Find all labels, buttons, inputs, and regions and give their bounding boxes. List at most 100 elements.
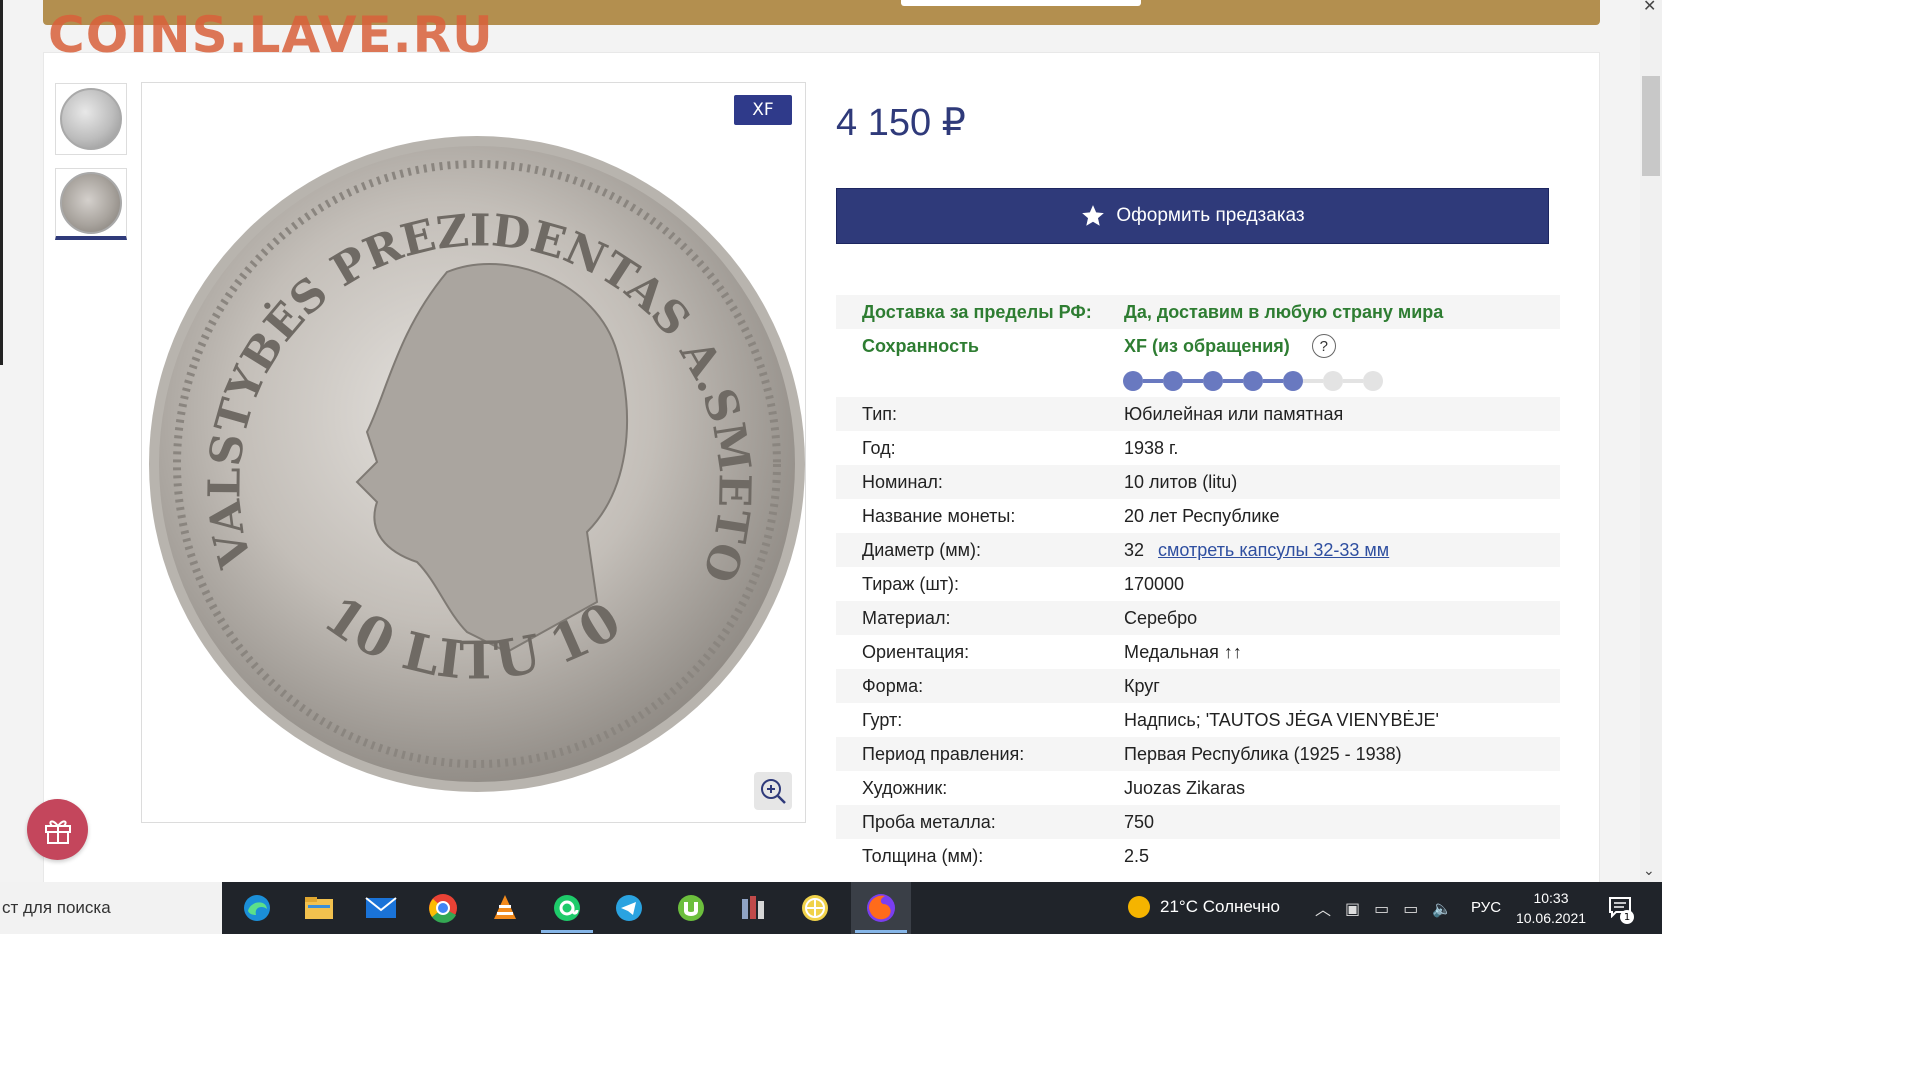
condition-dot [1283, 371, 1303, 391]
sun-icon [1128, 896, 1150, 918]
spec-value-text: Медальная ↑↑ [1124, 641, 1242, 662]
notification-count: 1 [1620, 910, 1634, 924]
price: 4 150 ₽ [836, 102, 966, 144]
coin-reverse-thumbnail-image [60, 88, 122, 150]
header-search-field[interactable] [901, 0, 1141, 6]
spec-row: Гурт: Надпись; 'TAUTOS JĖGA VIENYBĖJE' [836, 703, 1560, 737]
mail-agent-icon[interactable] [541, 890, 593, 933]
lemon-app-icon[interactable] [797, 890, 833, 926]
grade-badge: XF [734, 95, 792, 125]
thumbnail-obverse[interactable] [55, 168, 127, 240]
spec-row: Тираж (шт): 170000 [836, 567, 1560, 601]
gift-icon [44, 819, 71, 844]
spec-value-text: Juozas Zikaras [1124, 777, 1246, 798]
condition-scale [836, 363, 1560, 397]
spec-label: Тираж (шт): [862, 573, 959, 594]
condition-dot [1123, 371, 1143, 391]
site-watermark: COINS.LAVE.RU [48, 6, 494, 64]
spec-label: Доставка за пределы РФ: [862, 301, 1092, 322]
spec-value: Первая Республика (1925 - 1938) [1124, 744, 1402, 765]
spec-row-delivery: Доставка за пределы РФ: Да, доставим в л… [836, 295, 1560, 329]
window-edge [0, 0, 3, 365]
spec-label: Форма: [862, 675, 924, 696]
clock-date: 10.06.2021 [1515, 910, 1587, 926]
spec-value-text: Круг [1124, 675, 1160, 696]
spec-table: Доставка за пределы РФ: Да, доставим в л… [836, 295, 1560, 873]
help-icon[interactable]: ? [1311, 334, 1336, 358]
condition-connector [1143, 379, 1163, 383]
coin-obverse-thumbnail-image [60, 171, 122, 234]
spec-label: Период правления: [862, 743, 1025, 764]
spec-value: 10 литов (litu) [1124, 472, 1237, 493]
spec-row: Номинал: 10 литов (litu) [836, 465, 1560, 499]
language-indicator[interactable]: РУС [1471, 899, 1501, 916]
condition-connector [1183, 379, 1203, 383]
condition-text: XF (из обращения) [1124, 335, 1290, 356]
spec-value: Круг [1124, 676, 1160, 697]
firefox-icon[interactable] [855, 890, 907, 933]
spec-value-text: 170000 [1124, 573, 1185, 594]
chrome-icon[interactable] [425, 890, 461, 926]
spec-value-text: 32 [1124, 539, 1145, 560]
spec-row: Толщина (мм): 2.5 [836, 839, 1560, 873]
spec-label: Сохранность [862, 335, 979, 356]
scroll-down-icon[interactable]: ⌄ [1643, 863, 1655, 879]
condition-connector [1303, 379, 1323, 383]
spec-row-condition: Сохранность XF (из обращения) ? [836, 329, 1560, 363]
spec-value-text: 750 [1124, 811, 1155, 832]
star-icon [1082, 205, 1105, 226]
spec-label: Тип: [862, 403, 898, 424]
spec-label: Год: [862, 437, 896, 458]
condition-dot [1243, 371, 1263, 391]
capsules-link[interactable]: смотреть капсулы 32-33 мм [1158, 540, 1389, 561]
taskbar-search-text: ст для поиска [2, 898, 111, 917]
network-icon[interactable]: ▭ [1403, 899, 1418, 918]
taskbar-search[interactable]: ст для поиска [0, 882, 222, 934]
spec-value: 170000 [1124, 574, 1184, 595]
spec-value: Серебро [1124, 608, 1197, 629]
browser-screen: COINS.LAVE.RU XF VALSTYBĖS PREZIDENTAS A… [0, 0, 1662, 934]
spec-row: Название монеты: 20 лет Республике [836, 499, 1560, 533]
scrollbar-thumb[interactable] [1642, 76, 1660, 176]
spec-label: Художник: [862, 777, 948, 798]
file-explorer-icon[interactable] [301, 890, 337, 926]
vlc-icon[interactable] [487, 890, 523, 926]
clock[interactable]: 10:33 10.06.2021 [1515, 888, 1587, 928]
zoom-in-icon [761, 779, 786, 804]
condition-value: XF (из обращения) ? [1124, 334, 1336, 358]
battery-icon[interactable]: ▭ [1374, 899, 1389, 918]
zoom-button[interactable] [754, 772, 792, 810]
condition-dot [1203, 371, 1223, 391]
spec-value-text: 1938 г. [1124, 437, 1179, 458]
spec-label: Проба металла: [862, 811, 996, 832]
archive-app-icon[interactable] [735, 890, 771, 926]
spec-value: Медальная ↑↑ [1124, 642, 1242, 663]
close-icon[interactable]: ✕ [1643, 0, 1656, 15]
utorrent-icon[interactable] [673, 890, 709, 926]
gift-button[interactable] [27, 799, 88, 860]
preorder-button[interactable]: Оформить предзаказ [836, 188, 1549, 244]
spec-row: Ориентация: Медальная ↑↑ [836, 635, 1560, 669]
weather-widget[interactable]: 21°C Солнечно [1128, 896, 1280, 918]
mail-icon[interactable] [363, 890, 399, 926]
spec-value: 32 смотреть капсулы 32-33 мм [1124, 540, 1389, 561]
spec-value: Надпись; 'TAUTOS JĖGA VIENYBĖJE' [1124, 710, 1439, 731]
coin-image[interactable]: VALSTYBĖS PREZIDENTAS A.SMETONA 10 LITU … [147, 132, 807, 797]
thumbnail-reverse[interactable] [55, 83, 127, 155]
edge-icon[interactable] [239, 890, 275, 926]
condition-dot [1363, 371, 1383, 391]
condition-dot [1163, 371, 1183, 391]
spec-label: Гурт: [862, 709, 903, 730]
preorder-label: Оформить предзаказ [1116, 205, 1305, 226]
spec-label: Ориентация: [862, 641, 970, 662]
telegram-icon[interactable] [611, 890, 647, 926]
spec-value-text: 20 лет Республике [1124, 505, 1280, 526]
tray-chevron-up-icon[interactable]: ︿ [1315, 896, 1331, 920]
condition-connector [1263, 379, 1283, 383]
condition-connector [1223, 379, 1243, 383]
meet-now-icon[interactable]: ▣ [1345, 899, 1360, 918]
volume-icon[interactable]: 🔈 [1432, 899, 1452, 918]
spec-row: Материал: Серебро [836, 601, 1560, 635]
condition-dots [1123, 371, 1383, 391]
spec-value-text: Надпись; 'TAUTOS JĖGA VIENYBĖJE' [1124, 709, 1439, 730]
